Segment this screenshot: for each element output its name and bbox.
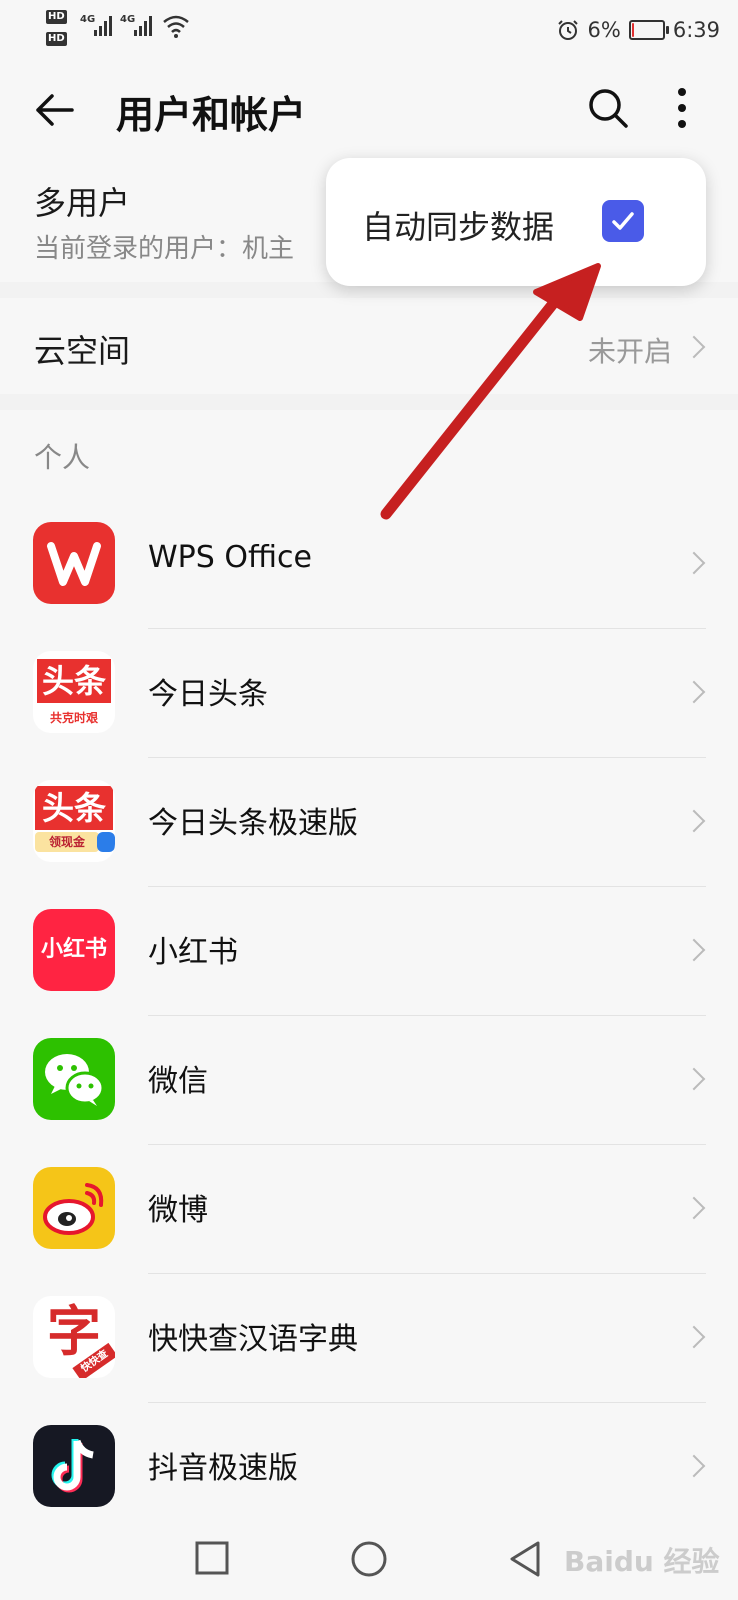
chevron-right-icon <box>682 809 706 833</box>
toutiao-icon-subtext: 共克时艰 <box>49 711 98 725</box>
cloud-space-status: 未开启 <box>587 335 672 368</box>
wechat-icon <box>33 1038 115 1120</box>
signal-icon <box>134 16 152 36</box>
account-item-toutiao-lite[interactable]: 头条 领现金 今日头条极速版 <box>0 758 738 887</box>
account-item-weibo[interactable]: 微博 <box>0 1145 738 1274</box>
hd-badge-2: HD <box>46 32 67 46</box>
clock: 6:39 <box>672 18 720 42</box>
toutiao-lite-icon-subtext: 领现金 <box>35 832 99 852</box>
search-icon[interactable] <box>586 86 630 130</box>
account-name: 抖音极速版 <box>148 1451 298 1486</box>
toutiao-lite-icon: 头条 领现金 <box>33 780 115 862</box>
cloud-space-item[interactable]: 云空间 未开启 <box>0 298 738 394</box>
toutiao-lite-icon-text: 头条 <box>35 786 113 830</box>
chevron-right-icon <box>682 680 706 704</box>
account-name: 今日头条 <box>148 677 268 712</box>
weibo-icon <box>33 1167 115 1249</box>
home-icon[interactable] <box>350 1540 388 1578</box>
auto-sync-label[interactable]: 自动同步数据 <box>362 202 554 248</box>
account-name: 快快查汉语字典 <box>148 1322 358 1357</box>
personal-section: 个人 WPS Office 头条 共克时艰 今日头条 头条 领现金 今日头条极速… <box>0 410 738 1520</box>
chevron-right-icon <box>682 938 706 962</box>
account-item-toutiao[interactable]: 头条 共克时艰 今日头条 <box>0 629 738 758</box>
account-name: 小红书 <box>148 935 238 970</box>
alarm-icon <box>557 20 578 40</box>
chevron-right-icon <box>682 1454 706 1478</box>
chevron-right-icon <box>682 1196 706 1220</box>
page-title: 用户和帐户 <box>116 93 307 137</box>
douyin-lite-icon <box>33 1425 115 1507</box>
chevron-right-icon <box>682 335 706 359</box>
account-name: 微信 <box>148 1064 208 1099</box>
auto-sync-checkbox[interactable] <box>602 200 644 242</box>
toutiao-icon-text: 头条 <box>37 659 111 703</box>
more-vert-icon[interactable] <box>676 86 688 130</box>
chevron-right-icon <box>682 551 706 575</box>
section-header-personal: 个人 <box>34 441 91 474</box>
wifi-icon <box>163 15 189 38</box>
back-arrow-icon[interactable] <box>32 88 76 132</box>
back-icon[interactable] <box>508 1540 542 1578</box>
app-bar: 用户和帐户 <box>0 62 738 158</box>
account-item-xiaohongshu[interactable]: 小红书 小红书 <box>0 887 738 1016</box>
account-item-wechat[interactable]: 微信 <box>0 1016 738 1145</box>
multi-user-title: 多用户 <box>34 184 131 222</box>
account-item-douyin-lite[interactable]: 抖音极速版 <box>0 1403 738 1532</box>
multi-user-subtitle: 当前登录的用户：机主 <box>34 234 295 264</box>
account-name: 微博 <box>148 1193 208 1228</box>
signal-icon <box>94 16 112 36</box>
chevron-right-icon <box>682 1067 706 1091</box>
battery-percent: 6% <box>587 18 621 42</box>
battery-level-fill <box>631 23 634 37</box>
screen: HD HD 4G 4G 6% 6:39 用户和帐户 多用户 当前登录的用户：机主… <box>0 0 738 1600</box>
kuaikuaicha-icon: 字 快快查 <box>33 1296 115 1378</box>
overflow-menu-popup: 自动同步数据 <box>326 158 706 286</box>
xiaohongshu-icon-text: 小红书 <box>40 937 107 962</box>
toutiao-icon: 头条 共克时艰 <box>33 651 115 733</box>
status-bar: HD HD 4G 4G 6% 6:39 <box>0 0 738 62</box>
chevron-right-icon <box>682 1325 706 1349</box>
watermark: Baidu 经验 <box>564 1545 720 1578</box>
wps-office-icon <box>33 522 115 604</box>
cloud-space-title: 云空间 <box>34 332 131 370</box>
account-item-wps-office[interactable]: WPS Office <box>0 500 738 629</box>
check-icon <box>612 212 634 230</box>
battery-icon <box>628 20 669 40</box>
account-item-kuaikuaicha[interactable]: 字 快快查 快快查汉语字典 <box>0 1274 738 1403</box>
recent-apps-icon[interactable] <box>194 1540 230 1576</box>
status-right-group: 6% 6:39 <box>556 14 720 46</box>
xiaohongshu-icon: 小红书 <box>33 909 115 991</box>
account-name: 今日头条极速版 <box>148 806 358 841</box>
hd-badge-1: HD <box>46 10 67 24</box>
account-name: WPS Office <box>148 540 312 575</box>
lightning-badge-icon <box>97 832 115 852</box>
